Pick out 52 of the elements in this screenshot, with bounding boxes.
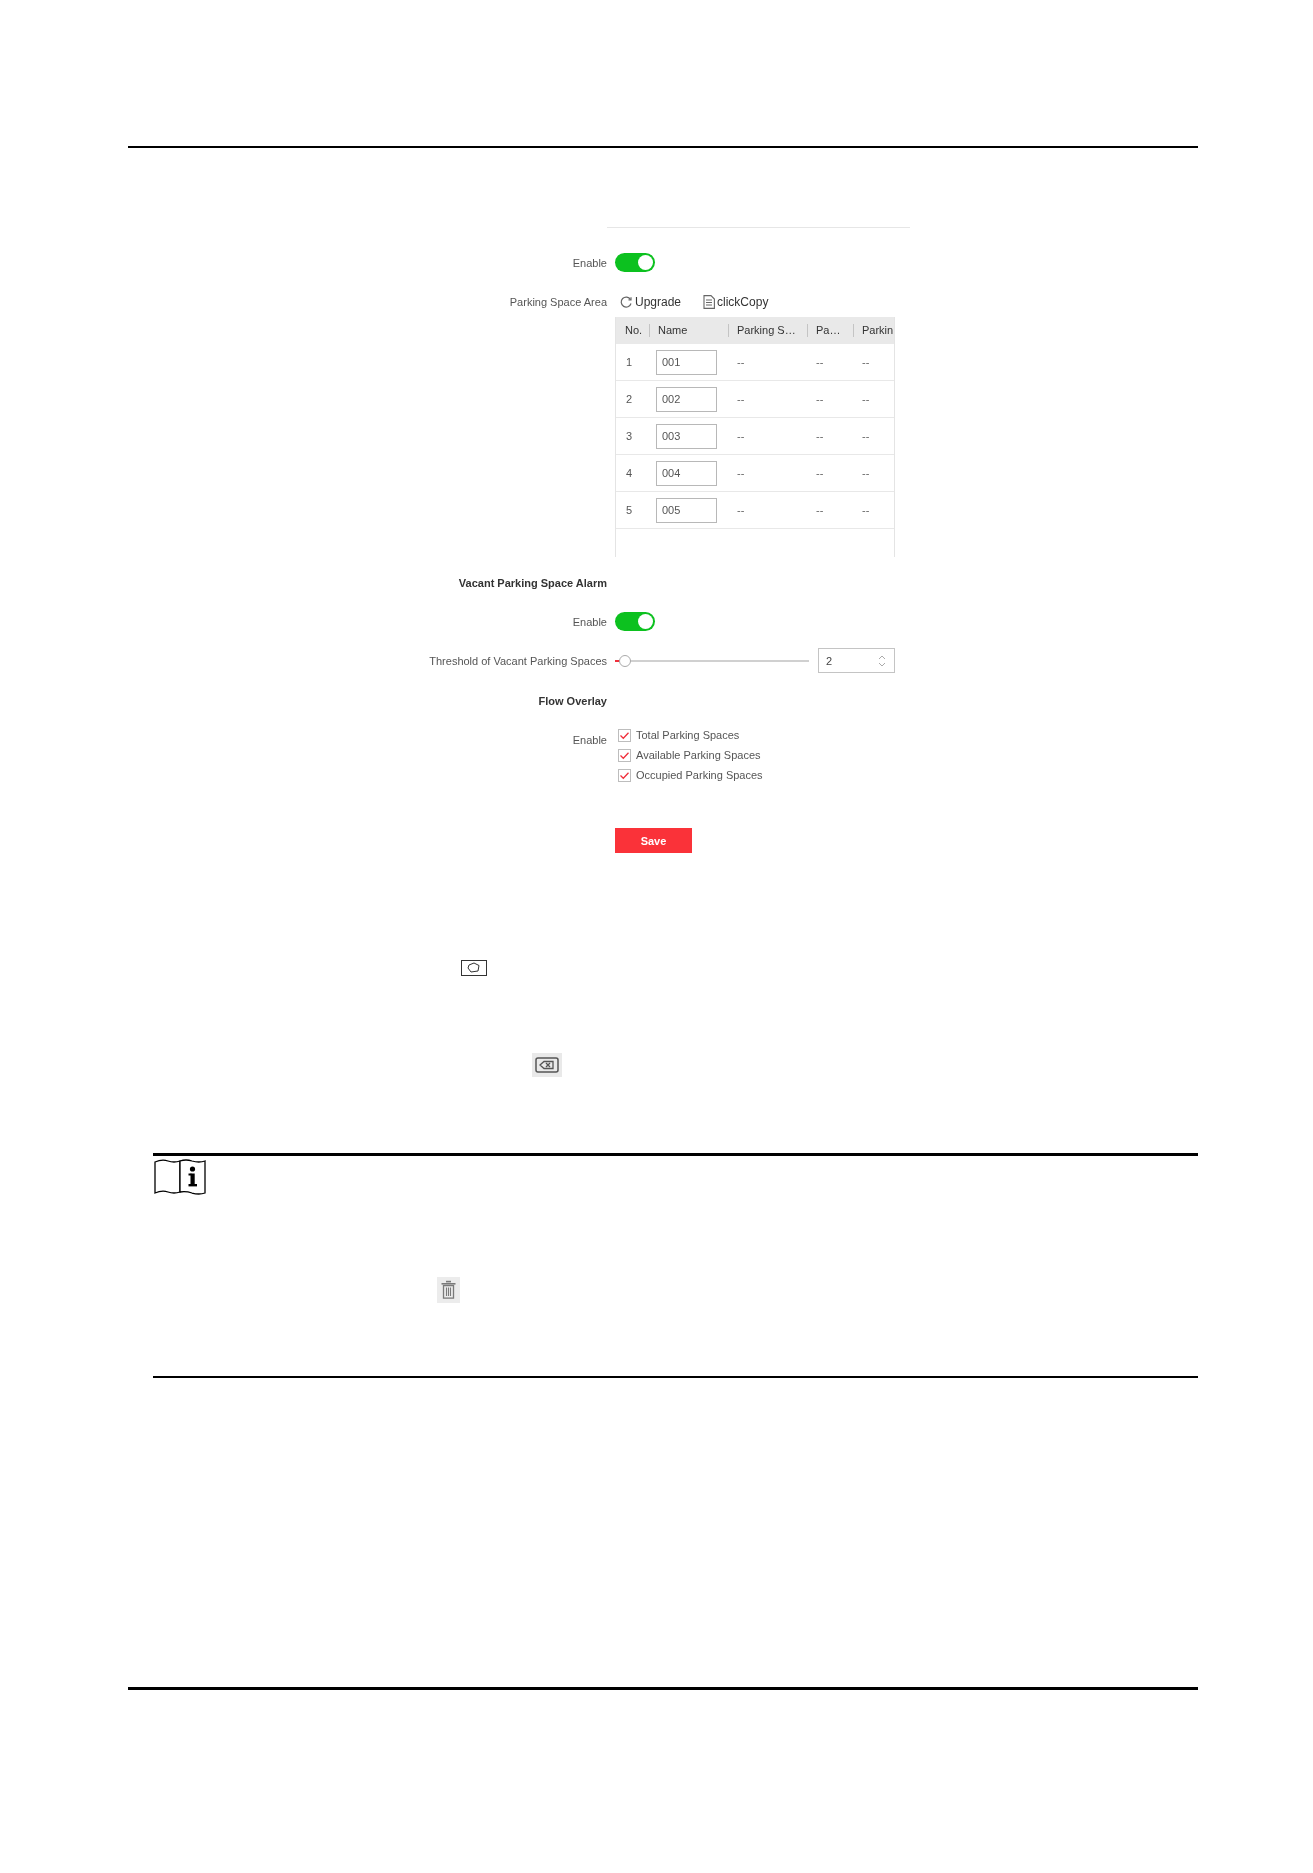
table-cell-text: --	[736, 503, 746, 517]
name-input[interactable]: 005	[656, 497, 717, 523]
checkbox-label[interactable]: Occupied Parking Spaces	[636, 768, 763, 782]
table-cell-text: --	[815, 466, 825, 480]
backspace-icon	[532, 1053, 562, 1077]
table-cell-text: --	[861, 429, 871, 443]
checkbox[interactable]	[618, 728, 631, 742]
slider-thumb[interactable]	[618, 654, 631, 667]
row-number: 3	[625, 429, 634, 443]
table-cell-text: --	[815, 392, 825, 406]
table-cell-text: --	[736, 392, 746, 406]
table-cell-text: --	[736, 466, 746, 480]
field-label: Enable	[572, 255, 607, 270]
table-cell-text: --	[736, 355, 746, 369]
table-cell-text: --	[861, 503, 871, 517]
section-title: Vacant Parking Space Alarm	[457, 576, 607, 591]
checkbox[interactable]	[618, 748, 631, 762]
copy-button[interactable]: clickCopy	[703, 295, 769, 309]
refresh-icon	[619, 295, 633, 309]
table-cell-text: --	[736, 429, 746, 443]
row-number: 4	[625, 466, 634, 480]
enable-toggle[interactable]	[615, 253, 655, 272]
row-number: 1	[625, 355, 634, 369]
checkbox-label[interactable]: Total Parking Spaces	[636, 728, 740, 742]
polygon-icon	[461, 960, 487, 976]
number-field[interactable]: 2	[818, 648, 895, 673]
table-cell-text: --	[861, 392, 871, 406]
row-number: 2	[625, 392, 634, 406]
upgrade-button[interactable]: Upgrade	[619, 295, 682, 309]
table-cell-text: --	[861, 355, 871, 369]
save-button[interactable]: Save	[615, 828, 692, 853]
field-label: Enable	[572, 614, 607, 629]
document-icon	[703, 295, 716, 309]
name-input[interactable]: 001	[656, 349, 717, 375]
enable-toggle[interactable]	[615, 612, 655, 631]
field-label: Parking Space Area	[509, 295, 607, 310]
field-label: Enable	[572, 733, 607, 747]
column-header: No.	[624, 323, 644, 338]
name-input[interactable]: 004	[656, 460, 717, 486]
checkbox-label[interactable]: Available Parking Spaces	[636, 748, 761, 762]
table-cell-text: --	[815, 429, 825, 443]
note-icon	[154, 1158, 206, 1195]
table-cell-text: --	[815, 355, 825, 369]
trash-icon	[437, 1277, 460, 1303]
field-label: Threshold of Vacant Parking Spaces	[429, 653, 607, 668]
checkbox[interactable]	[618, 768, 631, 782]
table-cell-text: --	[861, 466, 871, 480]
name-input[interactable]: 002	[656, 386, 717, 412]
name-input[interactable]: 003	[656, 423, 717, 449]
section-title: Flow Overlay	[537, 694, 607, 709]
table-cell-text: --	[815, 503, 825, 517]
row-number: 5	[625, 503, 634, 517]
